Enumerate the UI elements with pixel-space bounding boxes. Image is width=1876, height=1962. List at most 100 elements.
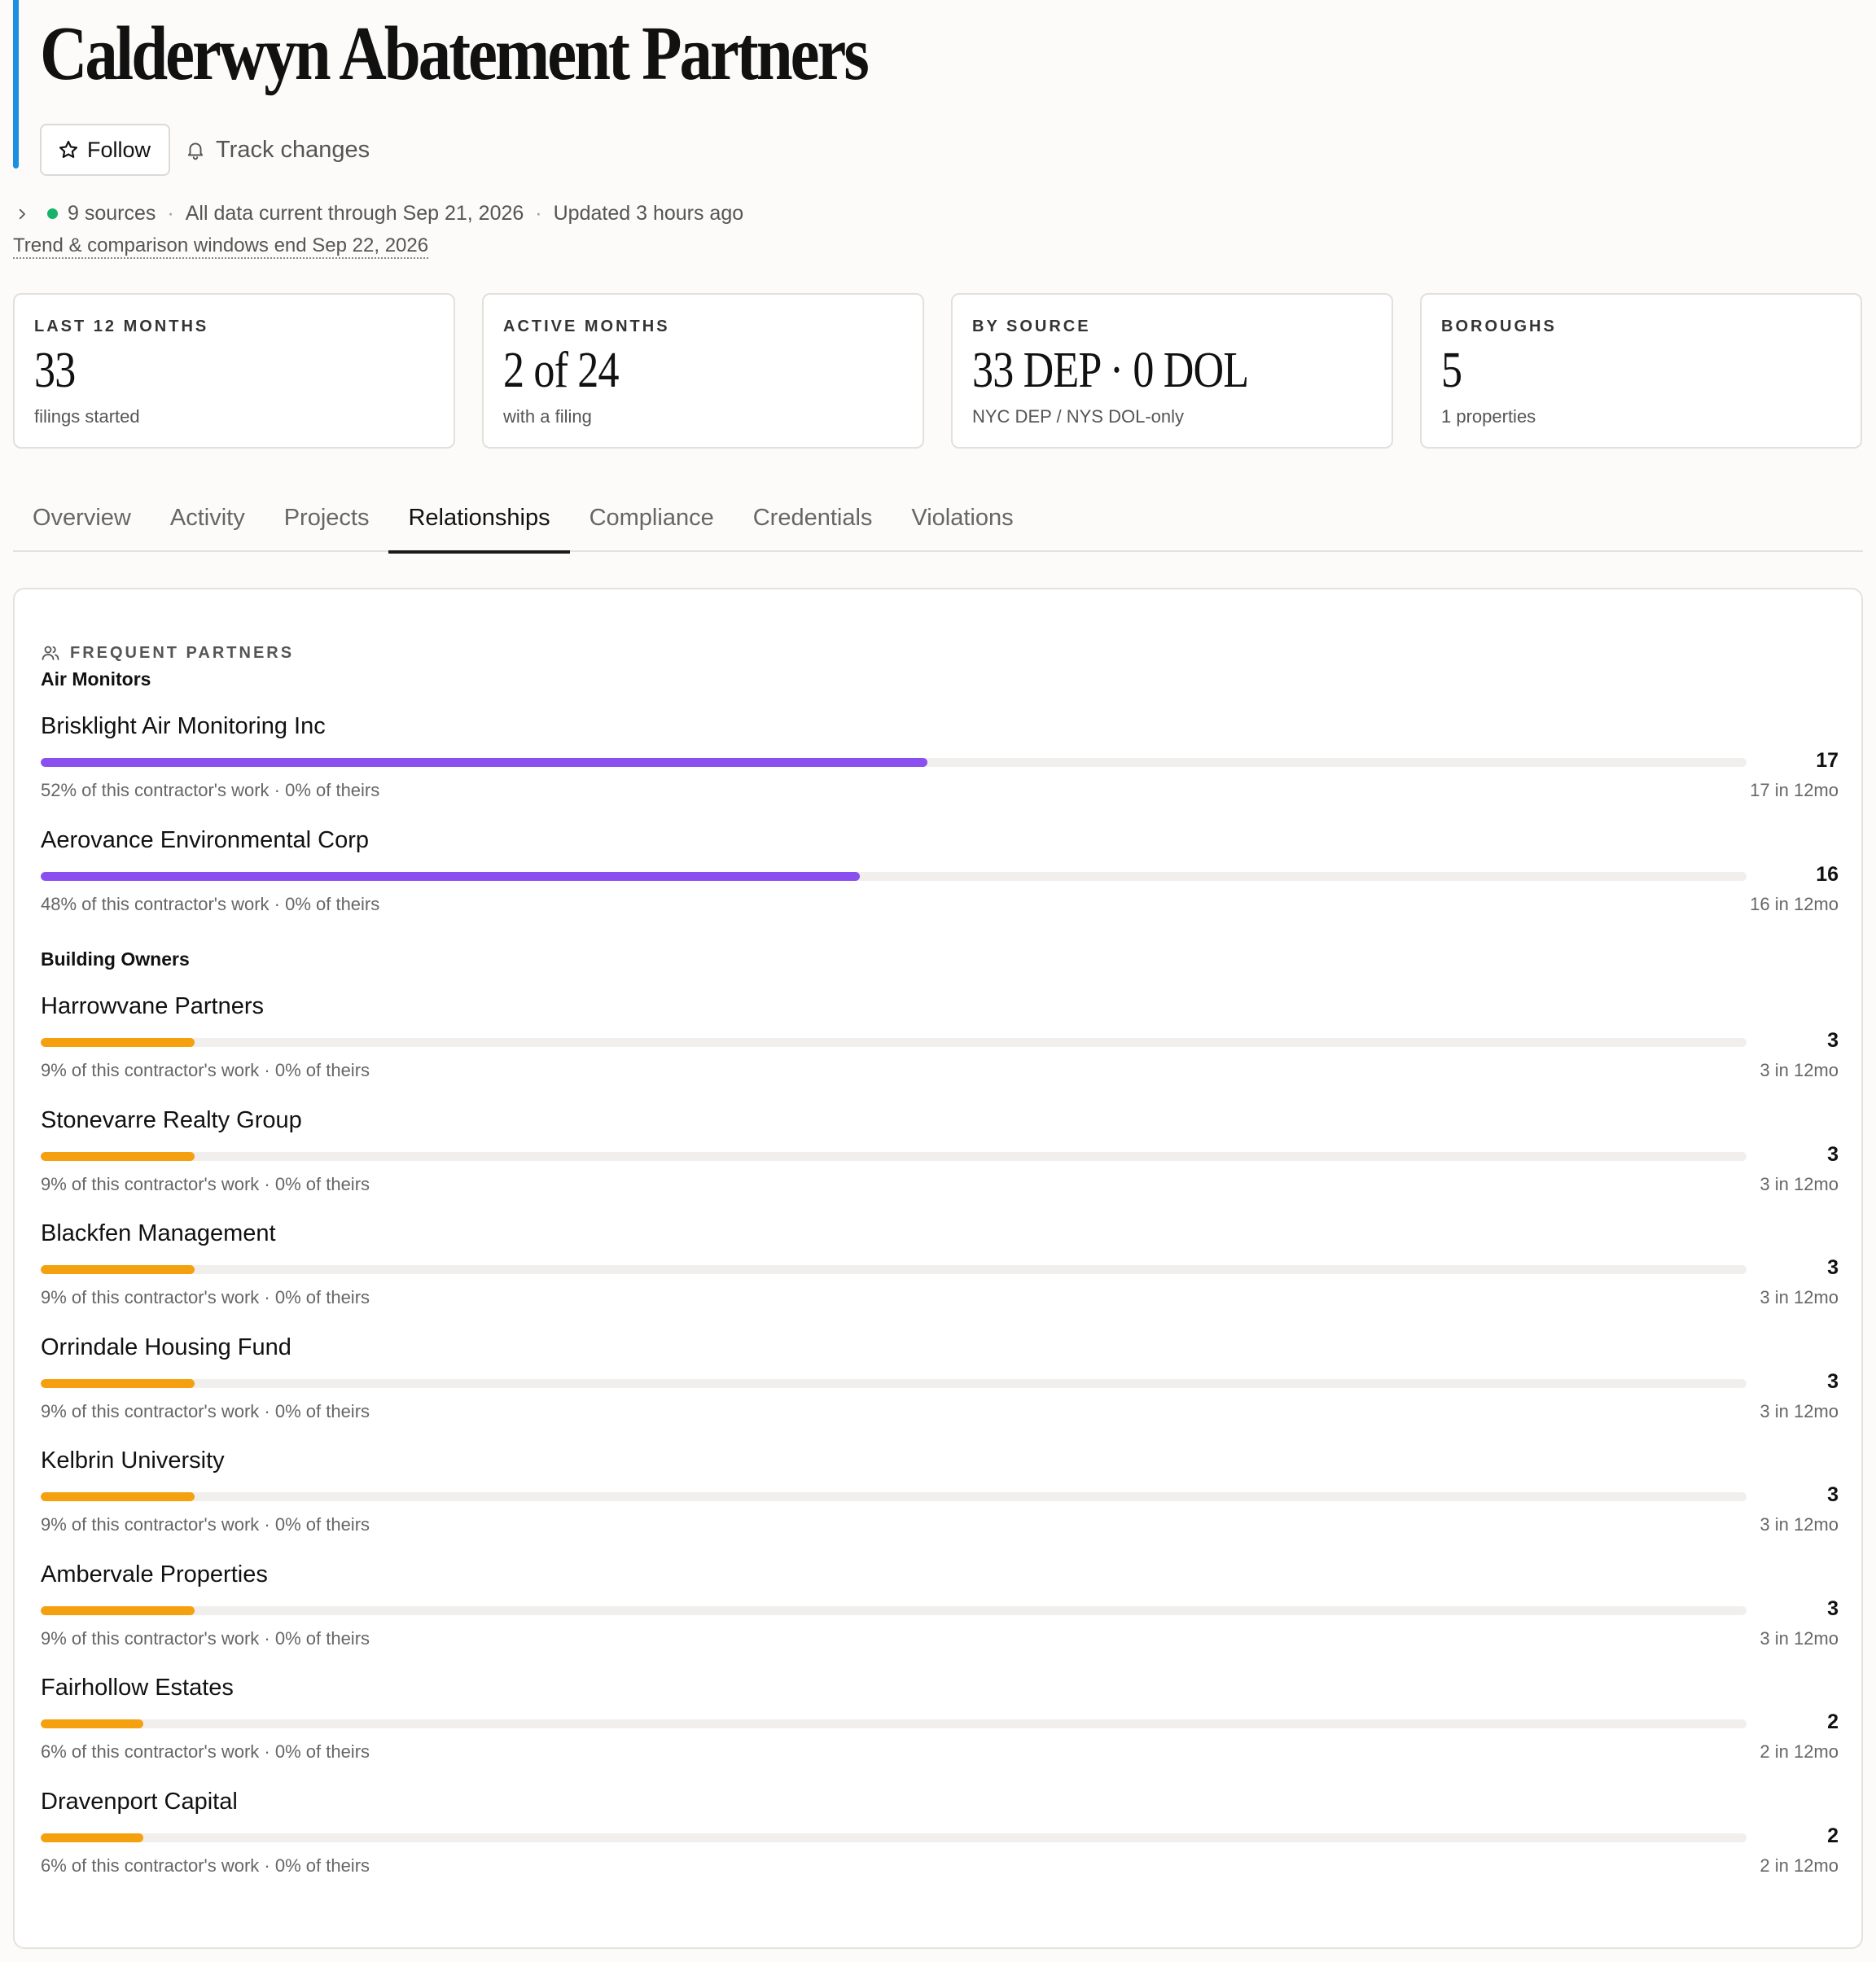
partner-share-text: 9% of this contractor's work · 0% of the… (41, 1627, 370, 1649)
partner-share-track (41, 1492, 1747, 1501)
partner-name[interactable]: Dravenport Capital (41, 1789, 238, 1815)
status-dot-icon (47, 208, 58, 219)
partner-share-track (41, 1605, 1747, 1615)
page-title: Calderwyn Abatement Partners (40, 11, 870, 96)
partner-row[interactable]: Fairhollow Estates 2 6% of this contract… (41, 1675, 1839, 1772)
comparison-window-note[interactable]: Trend & comparison windows end Sep 22, 2… (13, 234, 429, 259)
partner-share-text: 6% of this contractor's work · 0% of the… (41, 1855, 370, 1876)
tab-overview[interactable]: Overview (13, 464, 151, 552)
updated-ago: Updated 3 hours ago (553, 202, 744, 225)
partner-recent-count: 17 in 12mo (1750, 780, 1839, 800)
header-actions: Follow Track changes (40, 124, 370, 176)
partner-share-bar (41, 1151, 195, 1161)
partner-share-text: 9% of this contractor's work · 0% of the… (41, 1060, 370, 1080)
stat-value: 33 DEP · 0 DOL (972, 343, 1249, 398)
stat-sub: with a filing (503, 406, 592, 427)
stat-label: BY SOURCE (972, 318, 1091, 335)
partner-name[interactable]: Brisklight Air Monitoring Inc (41, 713, 326, 740)
partner-recent-count: 2 in 12mo (1760, 1741, 1839, 1762)
partner-share-bar (41, 1378, 195, 1388)
meta-separator: · (535, 202, 542, 225)
partner-row[interactable]: Dravenport Capital 2 6% of this contract… (41, 1789, 1839, 1886)
partner-name[interactable]: Aerovance Environmental Corp (41, 827, 369, 854)
partner-share-text: 9% of this contractor's work · 0% of the… (41, 1400, 370, 1421)
bell-icon (185, 139, 206, 160)
frequent-partners-panel: FREQUENT PARTNERS Air Monitors Briskligh… (13, 588, 1863, 1949)
partner-count: 17 (1816, 749, 1839, 772)
partner-share-track (41, 1038, 1747, 1047)
partner-name[interactable]: Orrindale Housing Fund (41, 1334, 291, 1361)
track-changes-button[interactable]: Track changes (185, 137, 370, 164)
partner-share-track (41, 1719, 1747, 1728)
partner-name[interactable]: Blackfen Management (41, 1220, 276, 1247)
partner-recent-count: 16 in 12mo (1750, 894, 1839, 914)
partner-row[interactable]: Orrindale Housing Fund 3 9% of this cont… (41, 1334, 1839, 1432)
partner-count: 3 (1827, 1256, 1839, 1279)
stat-label: BOROUGHS (1441, 318, 1557, 335)
stat-cards: LAST 12 MONTHS 33 filings started ACTIVE… (13, 293, 1862, 449)
partner-name[interactable]: Fairhollow Estates (41, 1675, 234, 1701)
partner-share-bar (41, 1265, 195, 1274)
stat-value: 2 of 24 (503, 343, 620, 398)
partner-name[interactable]: Harrowvane Partners (41, 993, 264, 1020)
data-current-through: All data current through Sep 21, 2026 (185, 202, 524, 225)
partner-share-text: 52% of this contractor's work · 0% of th… (41, 780, 380, 800)
partner-row[interactable]: Harrowvane Partners 3 9% of this contrac… (41, 993, 1839, 1091)
partner-name[interactable]: Stonevarre Realty Group (41, 1107, 302, 1134)
stat-label: LAST 12 MONTHS (34, 318, 209, 335)
partner-count: 2 (1827, 1824, 1839, 1847)
follow-label: Follow (87, 137, 151, 162)
tab-projects[interactable]: Projects (265, 464, 389, 552)
chevron-right-icon[interactable] (15, 207, 29, 221)
stat-card-by-source: BY SOURCE 33 DEP · 0 DOL NYC DEP / NYS D… (951, 293, 1393, 449)
partner-share-text: 9% of this contractor's work · 0% of the… (41, 1287, 370, 1307)
tab-violations[interactable]: Violations (892, 464, 1032, 552)
partner-share-bar (41, 1719, 143, 1728)
tab-compliance[interactable]: Compliance (570, 464, 734, 552)
partner-row[interactable]: Brisklight Air Monitoring Inc 17 52% of … (41, 713, 1839, 811)
sources-count[interactable]: 9 sources (68, 202, 156, 226)
partner-row[interactable]: Aerovance Environmental Corp 16 48% of t… (41, 827, 1839, 925)
tab-credentials[interactable]: Credentials (734, 464, 892, 552)
stat-card-active-months: ACTIVE MONTHS 2 of 24 with a filing (482, 293, 924, 449)
partner-count: 3 (1827, 1142, 1839, 1166)
partner-recent-count: 3 in 12mo (1760, 1514, 1839, 1535)
stat-label: ACTIVE MONTHS (503, 318, 670, 335)
partner-recent-count: 3 in 12mo (1760, 1627, 1839, 1649)
partner-recent-count: 3 in 12mo (1760, 1173, 1839, 1194)
partner-share-track (41, 1151, 1747, 1161)
partner-name[interactable]: Kelbrin University (41, 1447, 225, 1474)
stat-card-last-12-months: LAST 12 MONTHS 33 filings started (13, 293, 455, 449)
panel-heading-label: FREQUENT PARTNERS (70, 643, 295, 662)
partner-row[interactable]: Kelbrin University 3 9% of this contract… (41, 1447, 1839, 1545)
partner-count: 2 (1827, 1710, 1839, 1733)
partner-recent-count: 2 in 12mo (1760, 1855, 1839, 1876)
partner-share-track (41, 1378, 1747, 1388)
data-freshness-row: 9 sources · All data current through Sep… (15, 202, 743, 226)
partner-count: 3 (1827, 1596, 1839, 1620)
partner-name[interactable]: Ambervale Properties (41, 1561, 268, 1588)
partner-share-bar (41, 758, 928, 767)
follow-button[interactable]: Follow (40, 124, 171, 176)
stat-sub: 1 properties (1441, 406, 1536, 427)
partner-count: 3 (1827, 1029, 1839, 1052)
page-header: Calderwyn Abatement Partners (40, 11, 1002, 96)
partner-row[interactable]: Ambervale Properties 3 9% of this contra… (41, 1561, 1839, 1659)
partner-count: 3 (1827, 1369, 1839, 1393)
partner-share-bar (41, 1492, 195, 1501)
stat-card-boroughs: BOROUGHS 5 1 properties (1420, 293, 1862, 449)
partner-group-label: Air Monitors (41, 668, 151, 690)
stat-sub: filings started (34, 406, 140, 427)
partner-row[interactable]: Stonevarre Realty Group 3 9% of this con… (41, 1107, 1839, 1205)
entity-accent-bar (13, 0, 19, 169)
partner-recent-count: 3 in 12mo (1760, 1060, 1839, 1080)
section-tabs: Overview Activity Projects Relationships… (13, 464, 1863, 554)
partner-row[interactable]: Blackfen Management 3 9% of this contrac… (41, 1220, 1839, 1318)
tab-relationships[interactable]: Relationships (388, 464, 570, 554)
partner-share-bar (41, 1038, 195, 1047)
partner-share-text: 9% of this contractor's work · 0% of the… (41, 1514, 370, 1535)
partner-share-track (41, 872, 1747, 881)
tab-activity[interactable]: Activity (151, 464, 265, 552)
partner-share-text: 48% of this contractor's work · 0% of th… (41, 894, 380, 914)
partner-share-track (41, 1265, 1747, 1274)
